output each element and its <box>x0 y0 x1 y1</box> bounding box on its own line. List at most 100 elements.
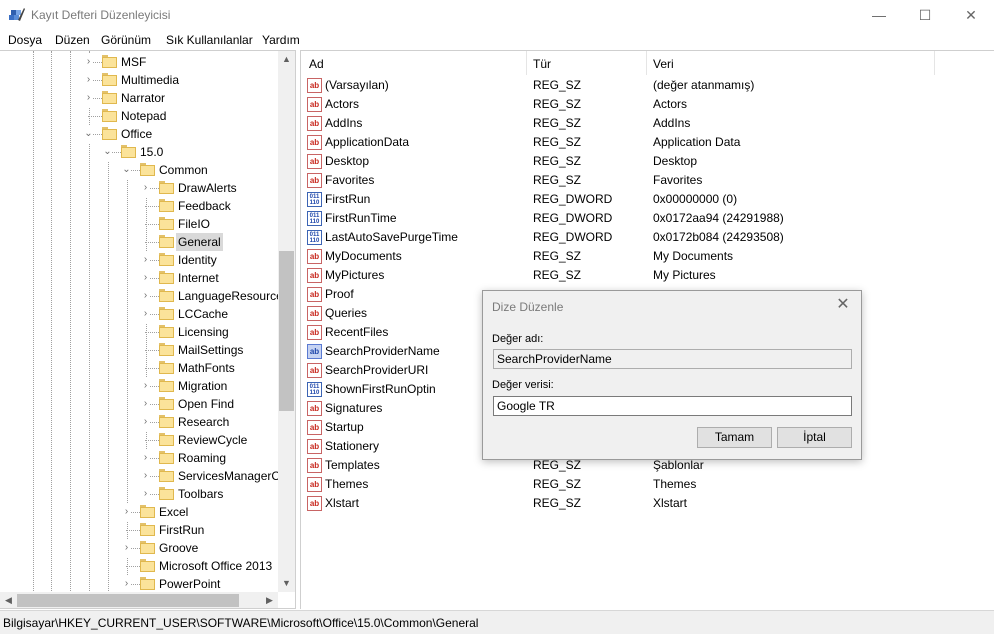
tree-node-label[interactable]: LanguageResources <box>176 287 291 305</box>
tree-node-label[interactable]: LCCache <box>176 305 230 323</box>
minimize-button[interactable]: — <box>856 0 902 30</box>
tree-node[interactable]: › Groove <box>0 539 278 557</box>
table-row[interactable]: ab ApplicationData REG_SZ Application Data <box>301 133 994 152</box>
tree-node[interactable]: ⌄ Common <box>0 161 278 179</box>
expand-arrow-right-icon[interactable]: › <box>84 89 93 107</box>
tree-node-label[interactable]: PowerPoint <box>157 575 222 593</box>
tree-node-label[interactable]: Internet <box>176 269 221 287</box>
expand-arrow-right-icon[interactable]: › <box>122 503 131 521</box>
expand-arrow-right-icon[interactable]: › <box>141 251 150 269</box>
table-row[interactable]: ab MyPictures REG_SZ My Pictures <box>301 266 994 285</box>
scroll-right-icon[interactable]: ▶ <box>261 592 278 608</box>
tree-node-label[interactable]: Excel <box>157 503 190 521</box>
tree-horizontal-scrollbar[interactable]: ◀ ▶ <box>0 592 278 608</box>
tree-node-label[interactable]: FirstRun <box>157 521 206 539</box>
tree-node[interactable]: MathFonts <box>0 359 278 377</box>
expand-arrow-right-icon[interactable]: › <box>141 485 150 503</box>
tree-node-label[interactable]: FileIO <box>176 215 212 233</box>
tree-node-label[interactable]: Groove <box>157 539 200 557</box>
column-divider[interactable] <box>646 51 647 75</box>
expand-arrow-right-icon[interactable]: › <box>122 575 131 593</box>
tree-node-label[interactable]: MailSettings <box>176 341 245 359</box>
expand-arrow-down-icon[interactable]: ⌄ <box>84 125 93 143</box>
tree-node-label[interactable]: MathFonts <box>176 359 237 377</box>
tree-node[interactable]: › Toolbars <box>0 485 278 503</box>
expand-arrow-right-icon[interactable]: › <box>84 71 93 89</box>
tree-node-label[interactable]: Notepad <box>119 107 168 125</box>
expand-arrow-right-icon[interactable]: › <box>141 305 150 323</box>
dialog-close-icon[interactable]: ✕ <box>833 295 853 315</box>
tree-node-label[interactable]: Toolbars <box>176 485 225 503</box>
table-row[interactable]: 011 110 LastAutoSavePurgeTime REG_DWORD 0x0… <box>301 228 994 247</box>
close-button[interactable]: ✕ <box>948 0 994 30</box>
table-row[interactable]: 011 110 FirstRunTime REG_DWORD 0x0172aa94 (… <box>301 209 994 228</box>
tree-node-label[interactable]: Narrator <box>119 89 167 107</box>
table-row[interactable]: ab Favorites REG_SZ Favorites <box>301 171 994 190</box>
tree-node-label[interactable]: DrawAlerts <box>176 179 239 197</box>
tree-node[interactable]: › Excel <box>0 503 278 521</box>
tree-node[interactable]: › Multimedia <box>0 71 278 89</box>
tree-node[interactable]: › Roaming <box>0 449 278 467</box>
tree-node[interactable]: Microsoft Office 2013 <box>0 557 278 575</box>
tree-node-label[interactable]: Common <box>157 161 210 179</box>
tree-node-label[interactable]: Microsoft Office 2013 <box>157 557 274 575</box>
expand-arrow-right-icon[interactable]: › <box>141 377 150 395</box>
tree-node-label[interactable]: General <box>176 233 223 251</box>
tree-node[interactable]: › ServicesManagerCache <box>0 467 295 485</box>
tree-vertical-scroll-thumb[interactable] <box>279 251 294 411</box>
tree-node-label[interactable]: MSF <box>119 53 148 71</box>
menu-duzen[interactable]: Düzen <box>55 33 90 47</box>
tree-node[interactable]: › Research <box>0 413 278 431</box>
tree-node[interactable]: Notepad <box>0 107 278 125</box>
table-row[interactable]: ab MyDocuments REG_SZ My Documents <box>301 247 994 266</box>
tree-node[interactable]: › DrawAlerts <box>0 179 278 197</box>
tree-node[interactable]: Feedback <box>0 197 278 215</box>
expand-arrow-right-icon[interactable]: › <box>122 539 131 557</box>
tree-node[interactable]: ⌄ Office <box>0 125 278 143</box>
tree-node-label[interactable]: Open Find <box>176 395 236 413</box>
menu-gorunum[interactable]: Görünüm <box>101 33 151 47</box>
tree-node[interactable]: › Identity <box>0 251 278 269</box>
tree-node-label[interactable]: Office <box>119 125 154 143</box>
tree-node[interactable]: › LanguageResources <box>0 287 289 305</box>
column-header-type[interactable]: Tür <box>533 57 551 71</box>
tree-node[interactable]: Licensing <box>0 323 278 341</box>
menu-dosya[interactable]: Dosya <box>8 33 42 47</box>
tree-horizontal-scroll-thumb[interactable] <box>17 594 239 607</box>
tree-node[interactable]: › MSF <box>0 53 278 71</box>
column-header-data[interactable]: Veri <box>653 57 674 71</box>
tree-node-label[interactable]: Research <box>176 413 231 431</box>
table-row[interactable]: ab Themes REG_SZ Themes <box>301 475 994 494</box>
table-row[interactable]: ab AddIns REG_SZ AddIns <box>301 114 994 133</box>
column-header-name[interactable]: Ad <box>309 57 324 71</box>
tree-node[interactable]: MailSettings <box>0 341 278 359</box>
table-row[interactable]: 011 110 FirstRun REG_DWORD 0x00000000 (0) <box>301 190 994 209</box>
table-row[interactable]: ab (Varsayılan) REG_SZ (değer atanmamış) <box>301 76 994 95</box>
tree-node-label[interactable]: Identity <box>176 251 219 269</box>
tree-node[interactable]: ⌄ 15.0 <box>0 143 278 161</box>
tree-node-label[interactable]: ReviewCycle <box>176 431 249 449</box>
menu-yardim[interactable]: Yardım <box>262 33 300 47</box>
tree-node[interactable]: › Internet <box>0 269 278 287</box>
expand-arrow-right-icon[interactable]: › <box>141 413 150 431</box>
table-row[interactable]: ab Actors REG_SZ Actors <box>301 95 994 114</box>
scroll-left-icon[interactable]: ◀ <box>0 592 17 608</box>
tree-vertical-scrollbar[interactable]: ▲ ▼ <box>278 51 295 592</box>
tree-node-label[interactable]: Roaming <box>176 449 228 467</box>
value-data-field[interactable] <box>493 396 852 416</box>
expand-arrow-right-icon[interactable]: › <box>141 449 150 467</box>
tree-node-label[interactable]: Migration <box>176 377 229 395</box>
scroll-down-icon[interactable]: ▼ <box>278 575 295 592</box>
tree-node[interactable]: › Narrator <box>0 89 278 107</box>
tree-node-label[interactable]: 15.0 <box>138 143 165 161</box>
tree-node[interactable]: ReviewCycle <box>0 431 278 449</box>
cancel-button[interactable]: İptal <box>777 427 852 448</box>
expand-arrow-right-icon[interactable]: › <box>141 395 150 413</box>
ok-button[interactable]: Tamam <box>697 427 772 448</box>
scroll-up-icon[interactable]: ▲ <box>278 51 295 68</box>
expand-arrow-down-icon[interactable]: ⌄ <box>103 143 112 161</box>
value-name-field[interactable] <box>493 349 852 369</box>
tree-node[interactable]: › Open Find <box>0 395 278 413</box>
expand-arrow-right-icon[interactable]: › <box>141 467 150 485</box>
tree-node[interactable]: FirstRun <box>0 521 278 539</box>
